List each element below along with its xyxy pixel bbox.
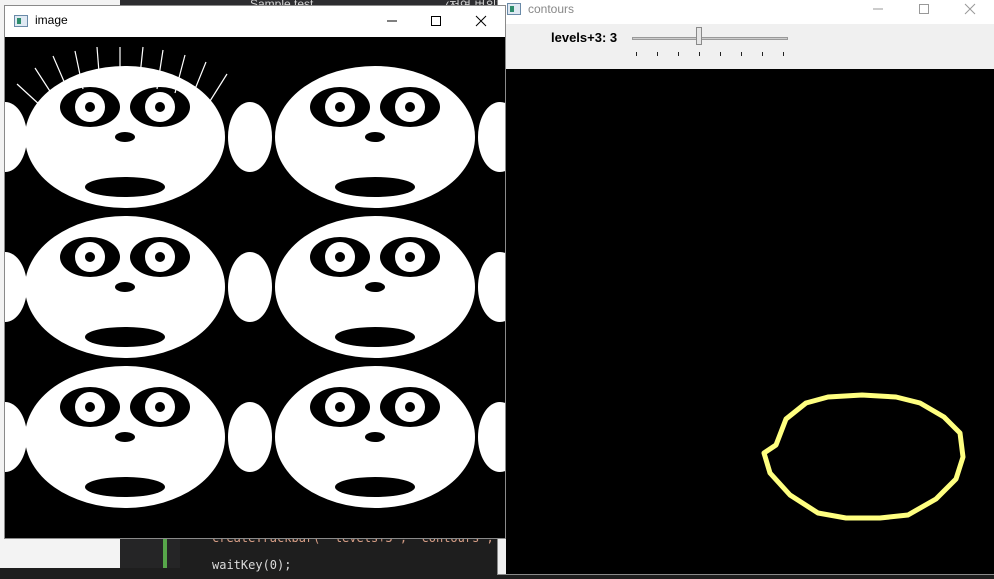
image-window: image <box>5 6 505 538</box>
trackbar-label: levels+3: 3 <box>551 30 618 45</box>
ear-shape <box>478 252 505 322</box>
eye-pupil <box>335 402 345 412</box>
ear-shape <box>478 402 505 472</box>
ear-shape <box>228 252 272 322</box>
image-titlebar[interactable]: image <box>5 6 505 37</box>
hair-line <box>34 67 56 100</box>
eye-pupil <box>155 252 165 262</box>
ide-change-marker <box>163 538 167 568</box>
nose-shape <box>365 282 385 292</box>
nose-shape <box>365 432 385 442</box>
minimize-icon[interactable] <box>370 6 414 36</box>
eye-pupil <box>405 102 415 112</box>
eye-pupil <box>85 402 95 412</box>
nose-shape <box>115 432 135 442</box>
nose-shape <box>365 132 385 142</box>
trackbar-thumb[interactable] <box>696 27 702 45</box>
close-icon[interactable] <box>459 6 503 36</box>
trackbar-tick <box>741 52 742 56</box>
trackbar-tick <box>762 52 763 56</box>
mouth-shape <box>85 477 165 497</box>
eye-pupil <box>405 252 415 262</box>
trackbar-track[interactable] <box>632 37 788 40</box>
close-icon[interactable] <box>948 0 992 24</box>
eye-pupil <box>85 102 95 112</box>
ear-shape <box>478 102 505 172</box>
ear-shape <box>228 102 272 172</box>
eye-pupil <box>155 102 165 112</box>
hair-line <box>204 73 228 110</box>
eye-pupil <box>405 402 415 412</box>
ide-code-line: waitKey(0); <box>212 558 292 572</box>
ear-shape <box>5 252 27 322</box>
window-title: contours <box>528 2 575 16</box>
eye-pupil <box>155 402 165 412</box>
mouth-shape <box>85 327 165 347</box>
ear-shape <box>5 102 27 172</box>
faces-drawing <box>5 46 505 508</box>
ear-shape <box>228 402 272 472</box>
ear-shape <box>5 402 27 472</box>
image-canvas <box>5 37 505 538</box>
contours-titlebar[interactable]: contours <box>498 0 994 24</box>
nose-shape <box>115 282 135 292</box>
maximize-icon[interactable] <box>902 0 946 24</box>
app-image-icon <box>14 15 28 27</box>
trackbar-tick <box>657 52 658 56</box>
window-title: image <box>35 13 68 27</box>
contours-window: contours levels+3: 3 <box>498 0 994 574</box>
trackbar-tick <box>720 52 721 56</box>
contour-shape <box>761 392 966 521</box>
contours-canvas <box>506 69 994 574</box>
trackbar-tick <box>699 52 700 56</box>
ide-gutter <box>120 538 180 568</box>
maximize-icon[interactable] <box>414 6 458 36</box>
mouth-shape <box>335 477 415 497</box>
mouth-shape <box>85 177 165 197</box>
mouth-shape <box>335 177 415 197</box>
minimize-icon[interactable] <box>856 0 900 24</box>
trackbar-tick <box>636 52 637 56</box>
app-image-icon <box>507 3 521 15</box>
eye-pupil <box>335 252 345 262</box>
mouth-shape <box>335 327 415 347</box>
contours-drawing <box>761 392 966 521</box>
eye-pupil <box>85 252 95 262</box>
hair-line <box>16 83 42 107</box>
trackbar-tick <box>678 52 679 56</box>
eye-pupil <box>335 102 345 112</box>
trackbar-tick <box>783 52 784 56</box>
trackbar-panel: levels+3: 3 <box>498 24 994 69</box>
nose-shape <box>115 132 135 142</box>
